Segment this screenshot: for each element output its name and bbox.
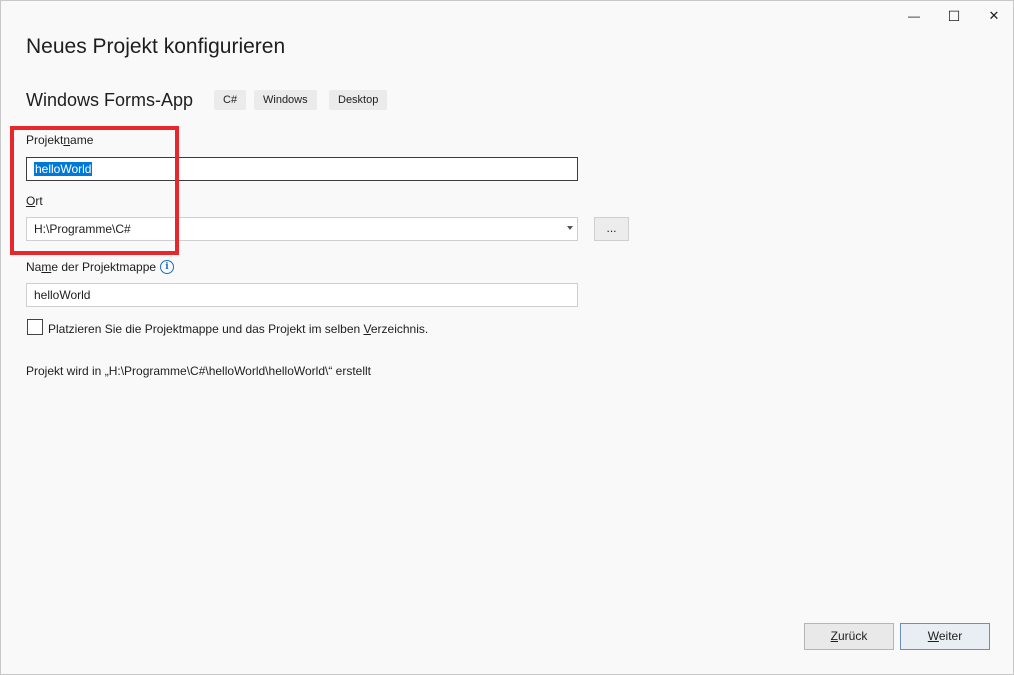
back-button[interactable]: Zurück [804,623,894,650]
same-directory-checkbox[interactable] [27,319,43,335]
next-button[interactable]: Weiter [900,623,990,650]
tag-platform: Windows [254,90,317,110]
maximize-icon: ☐ [947,7,961,24]
solution-name-value: helloWorld [34,288,91,302]
info-icon[interactable]: i [160,260,174,274]
template-name: Windows Forms-App [26,90,194,110]
project-path-info: Projekt wird in „H:\Programme\C#\helloWo… [26,364,371,378]
page-title: Neues Projekt konfigurieren [26,35,286,58]
close-button[interactable]: ✕ [974,1,1014,31]
solution-name-input[interactable]: helloWorld [26,283,578,307]
tag-language: C# [214,90,247,110]
browse-button[interactable]: ... [594,217,629,241]
same-directory-label[interactable]: Platzieren Sie die Projektmappe und das … [48,322,428,336]
tag-project-type: Desktop [329,90,388,110]
close-icon: ✕ [988,8,1000,23]
highlight-box [10,126,179,255]
minimize-button[interactable]: — [894,1,934,31]
chevron-down-icon[interactable] [567,226,573,230]
solution-name-label: Name der Projektmappe [26,260,157,274]
minimize-icon: — [908,9,920,23]
maximize-button[interactable]: ☐ [934,1,974,31]
dialog-window: — ☐ ✕ Neues Projekt konfigurieren Window… [0,0,1014,675]
